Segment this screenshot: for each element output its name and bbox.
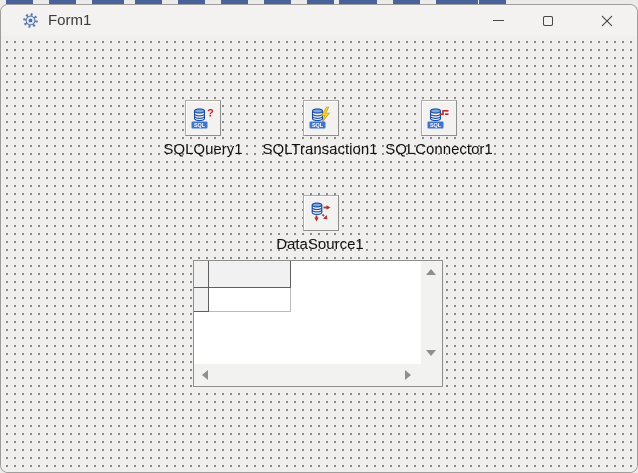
- form-canvas[interactable]: ? SQL SQLQuery1 SQL SQLTr: [1, 36, 637, 472]
- component-sqlconnector1[interactable]: SQL: [421, 100, 457, 136]
- dbgrid[interactable]: [193, 260, 443, 387]
- sql-badge-label: SQL: [430, 123, 442, 129]
- close-button[interactable]: [587, 5, 627, 36]
- component-sqlquery1[interactable]: ? SQL: [185, 100, 221, 136]
- component-label-sqlconnector1: SQLConnector1: [385, 141, 493, 158]
- scrollbar-corner: [421, 364, 442, 386]
- scroll-right-icon[interactable]: [405, 370, 411, 380]
- maximize-button[interactable]: [528, 5, 568, 36]
- minimize-icon: [493, 20, 504, 21]
- close-icon: [601, 15, 613, 27]
- component-label-sqltransaction1: SQLTransaction1: [262, 141, 377, 158]
- sql-badge-label: SQL: [312, 123, 324, 129]
- maximize-icon: [543, 16, 553, 26]
- window-title: Form1: [48, 12, 91, 29]
- component-label-sqlquery1: SQLQuery1: [163, 141, 242, 158]
- minimize-button[interactable]: [478, 5, 518, 36]
- scroll-up-icon[interactable]: [426, 269, 436, 275]
- form-gear-icon[interactable]: [22, 12, 39, 29]
- component-datasource1[interactable]: [303, 195, 339, 231]
- dbgrid-header-cell: [209, 261, 291, 288]
- component-label-datasource1: DataSource1: [276, 236, 364, 253]
- horizontal-scrollbar[interactable]: [194, 364, 421, 386]
- sql-transaction-icon: SQL: [309, 106, 333, 130]
- dbgrid-data-cell: [209, 288, 291, 312]
- dbgrid-header-indicator-cell: [194, 261, 209, 288]
- component-sqltransaction1[interactable]: SQL: [303, 100, 339, 136]
- scroll-left-icon[interactable]: [202, 370, 208, 380]
- vertical-scrollbar[interactable]: [421, 261, 442, 364]
- titlebar[interactable]: Form1: [1, 5, 637, 36]
- sql-badge-label: SQL: [194, 123, 206, 129]
- lightning-bolt-decoration: [322, 107, 330, 123]
- datasource-icon: [309, 201, 333, 225]
- sql-connector-icon: SQL: [427, 106, 451, 130]
- dbgrid-row-indicator-cell: [194, 288, 209, 312]
- sql-query-icon: ? SQL: [191, 106, 215, 130]
- scroll-down-icon[interactable]: [426, 350, 436, 356]
- form-designer-window: Form1 ? SQL: [0, 4, 638, 473]
- question-mark-decoration: ?: [207, 108, 214, 120]
